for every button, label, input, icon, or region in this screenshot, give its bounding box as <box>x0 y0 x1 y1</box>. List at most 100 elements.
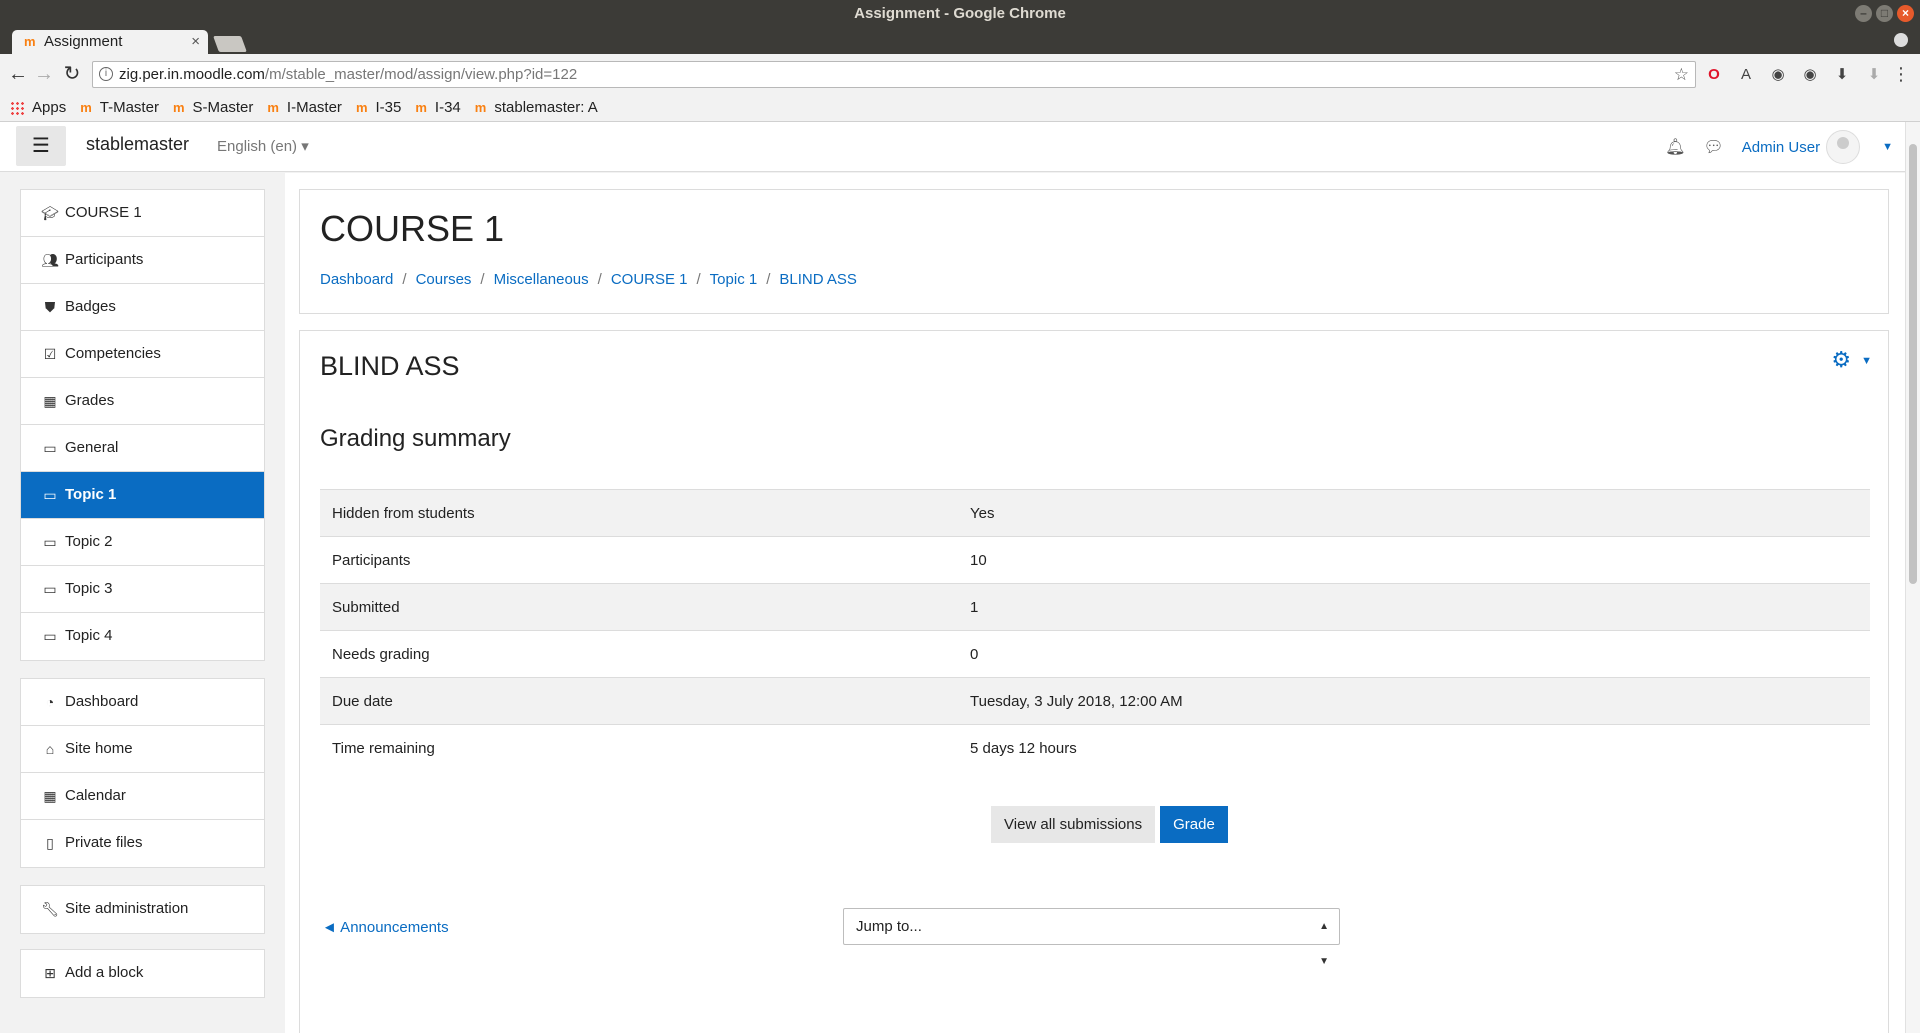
row-value: Yes <box>958 489 1870 537</box>
moodle-favicon-icon: m <box>24 34 36 49</box>
row-label: Submitted <box>320 583 958 631</box>
moodle-favicon-icon: m <box>415 100 427 115</box>
drawer-item-topic-3[interactable]: ▭ Topic 3 <box>21 566 264 613</box>
bookmark-stablemaster[interactable]: m stablemaster: A <box>475 99 598 116</box>
extension-globe-2-icon[interactable]: ◉ <box>1800 66 1820 84</box>
admin-nav-group: 🔧︎ Site administration <box>20 885 265 934</box>
minimize-icon[interactable]: – <box>1855 5 1872 22</box>
view-all-submissions-button[interactable]: View all submissions <box>991 806 1156 843</box>
drawer-item-grades[interactable]: ▦ Grades <box>21 378 264 425</box>
download-icon[interactable]: ⬇ <box>1832 66 1852 84</box>
bookmark-i-master[interactable]: m I-Master <box>267 99 342 116</box>
activity-title: BLIND ASS <box>320 351 460 381</box>
profile-icon[interactable] <box>1894 33 1908 47</box>
breadcrumb-course-1[interactable]: COURSE 1 <box>611 271 688 288</box>
add-a-block-button[interactable]: ⊞ Add a block <box>21 950 264 997</box>
folder-icon: ▭ <box>43 581 57 597</box>
drawer-item-topic-4[interactable]: ▭ Topic 4 <box>21 613 264 660</box>
jump-to-select[interactable]: Jump to... ▲ ▼ <box>843 908 1340 967</box>
drawer-item-general[interactable]: ▭ General <box>21 425 264 472</box>
info-icon[interactable]: i <box>99 67 113 81</box>
chevron-down-icon: ▼ <box>1861 355 1872 368</box>
new-tab-button[interactable] <box>213 36 247 52</box>
user-menu-caret-icon[interactable]: ▼ <box>1882 141 1893 153</box>
bookmark-i-35[interactable]: m I-35 <box>356 99 401 116</box>
bookmark-star-icon[interactable]: ☆ <box>1674 62 1689 87</box>
drawer-item-course-1[interactable]: 🎓︎ COURSE 1 <box>21 190 264 237</box>
browser-tab[interactable]: m Assignment × <box>12 30 208 54</box>
breadcrumb-dashboard[interactable]: Dashboard <box>320 271 393 288</box>
bookmark-t-master[interactable]: m T-Master <box>80 99 159 116</box>
activity-content: BLIND ASS ⚙ ▼ Grading summary Hidden from… <box>299 330 1889 1033</box>
folder-icon: ▭ <box>43 534 57 550</box>
bookmark-apps[interactable]: Apps <box>10 99 66 116</box>
checkbox-icon: ☑ <box>43 346 57 362</box>
site-brand[interactable]: stablemaster <box>86 134 189 155</box>
page-scrollbar[interactable] <box>1905 122 1920 1033</box>
scrollbar-thumb[interactable] <box>1909 144 1917 584</box>
breadcrumb-courses[interactable]: Courses <box>416 271 472 288</box>
download-disabled-icon[interactable]: ⬇ <box>1864 66 1884 84</box>
previous-activity-link[interactable]: ◄ Announcements <box>322 919 449 936</box>
user-name[interactable]: Admin User <box>1742 139 1820 156</box>
select-arrows-icon: ▲ ▼ <box>1319 921 1329 967</box>
maximize-icon[interactable]: □ <box>1876 5 1893 22</box>
main-region: COURSE 1 Dashboard / Courses / Miscellaneo… <box>285 173 1905 1033</box>
bookmarks-bar: Apps m T-Master m S-Master m I-Master m I-35… <box>0 94 1920 122</box>
drawer-item-competencies[interactable]: ☑ Competencies <box>21 331 264 378</box>
drawer-item-badges[interactable]: ⛊ Badges <box>21 284 264 331</box>
drawer-toggle-button[interactable]: ☰ <box>16 126 66 166</box>
drawer-item-site-home[interactable]: ⌂ Site home <box>21 726 264 773</box>
table-row: Participants 10 <box>320 536 1870 584</box>
opera-icon[interactable]: O <box>1704 66 1724 84</box>
grading-summary-table: Hidden from students Yes Participants 10 S… <box>320 489 1870 772</box>
site-nav-group: ◔ Dashboard ⌂ Site home ▦ Calendar ▯ Private… <box>20 678 265 868</box>
notification-bell-icon[interactable]: 🔔︎ <box>1665 137 1685 157</box>
bookmark-s-master[interactable]: m S-Master <box>173 99 253 116</box>
back-arrow-icon[interactable]: ← <box>6 62 30 86</box>
avatar[interactable] <box>1826 130 1861 164</box>
drawer-item-calendar[interactable]: ▦ Calendar <box>21 773 264 820</box>
reload-icon[interactable]: ↻ <box>60 62 84 86</box>
chrome-menu-icon[interactable]: ⋮ <box>1892 64 1910 85</box>
forward-arrow-icon[interactable]: → <box>32 62 56 86</box>
drawer-item-private-files[interactable]: ▯ Private files <box>21 820 264 867</box>
table-row: Submitted 1 <box>320 583 1870 631</box>
settings-menu[interactable]: ⚙ ▼ <box>1831 347 1872 373</box>
breadcrumb-separator: / <box>402 271 407 288</box>
row-value: 0 <box>958 630 1870 678</box>
window-controls: – □ × <box>1855 5 1914 22</box>
tab-title: Assignment <box>44 33 123 50</box>
breadcrumb-separator: / <box>597 271 602 288</box>
drawer-item-participants[interactable]: 👥︎ Participants <box>21 237 264 284</box>
drawer-item-topic-2[interactable]: ▭ Topic 2 <box>21 519 264 566</box>
folder-icon: ▭ <box>43 487 57 503</box>
breadcrumb-separator: / <box>766 271 771 288</box>
wrench-icon: 🔧︎ <box>41 901 59 917</box>
language-menu[interactable]: English (en) ▾ <box>217 137 309 155</box>
bookmark-i-34[interactable]: m I-34 <box>415 99 460 116</box>
gear-icon: ⚙ <box>1831 347 1852 372</box>
course-nav-group: 🎓︎ COURSE 1 👥︎ Participants ⛊ Badges ☑ Compe… <box>20 189 265 661</box>
grade-button[interactable]: Grade <box>1160 806 1228 843</box>
url-host: zig.per.in.moodle.com <box>119 66 265 83</box>
breadcrumb-topic-1[interactable]: Topic 1 <box>710 271 758 288</box>
drawer-item-site-administration[interactable]: 🔧︎ Site administration <box>21 886 264 933</box>
tab-strip: m Assignment × <box>0 28 1920 54</box>
moodle-page: ☰ stablemaster English (en) ▾ 🔔︎ 💬︎ Admi… <box>0 122 1905 1033</box>
close-window-icon[interactable]: × <box>1897 5 1914 22</box>
row-value: 10 <box>958 536 1870 584</box>
url-path: /m/stable_master/mod/assign/view.php?id=… <box>264 66 578 83</box>
drawer-item-dashboard[interactable]: ◔ Dashboard <box>21 679 264 726</box>
breadcrumb-miscellaneous[interactable]: Miscellaneous <box>494 271 589 288</box>
address-bar[interactable]: i zig.per.in.moodle.com/m/stable_master/… <box>92 61 1696 88</box>
row-label: Participants <box>320 536 958 584</box>
messages-icon[interactable]: 💬︎ <box>1703 137 1723 157</box>
drawer-item-topic-1[interactable]: ▭ Topic 1 <box>21 472 264 519</box>
row-label: Hidden from students <box>320 489 958 537</box>
window-title: Assignment - Google Chrome <box>854 5 1066 22</box>
translate-icon[interactable]: A <box>1736 66 1756 84</box>
tab-close-icon[interactable]: × <box>191 30 200 54</box>
extension-globe-icon[interactable]: ◉ <box>1768 66 1788 84</box>
breadcrumb-blind-ass[interactable]: BLIND ASS <box>779 271 857 288</box>
